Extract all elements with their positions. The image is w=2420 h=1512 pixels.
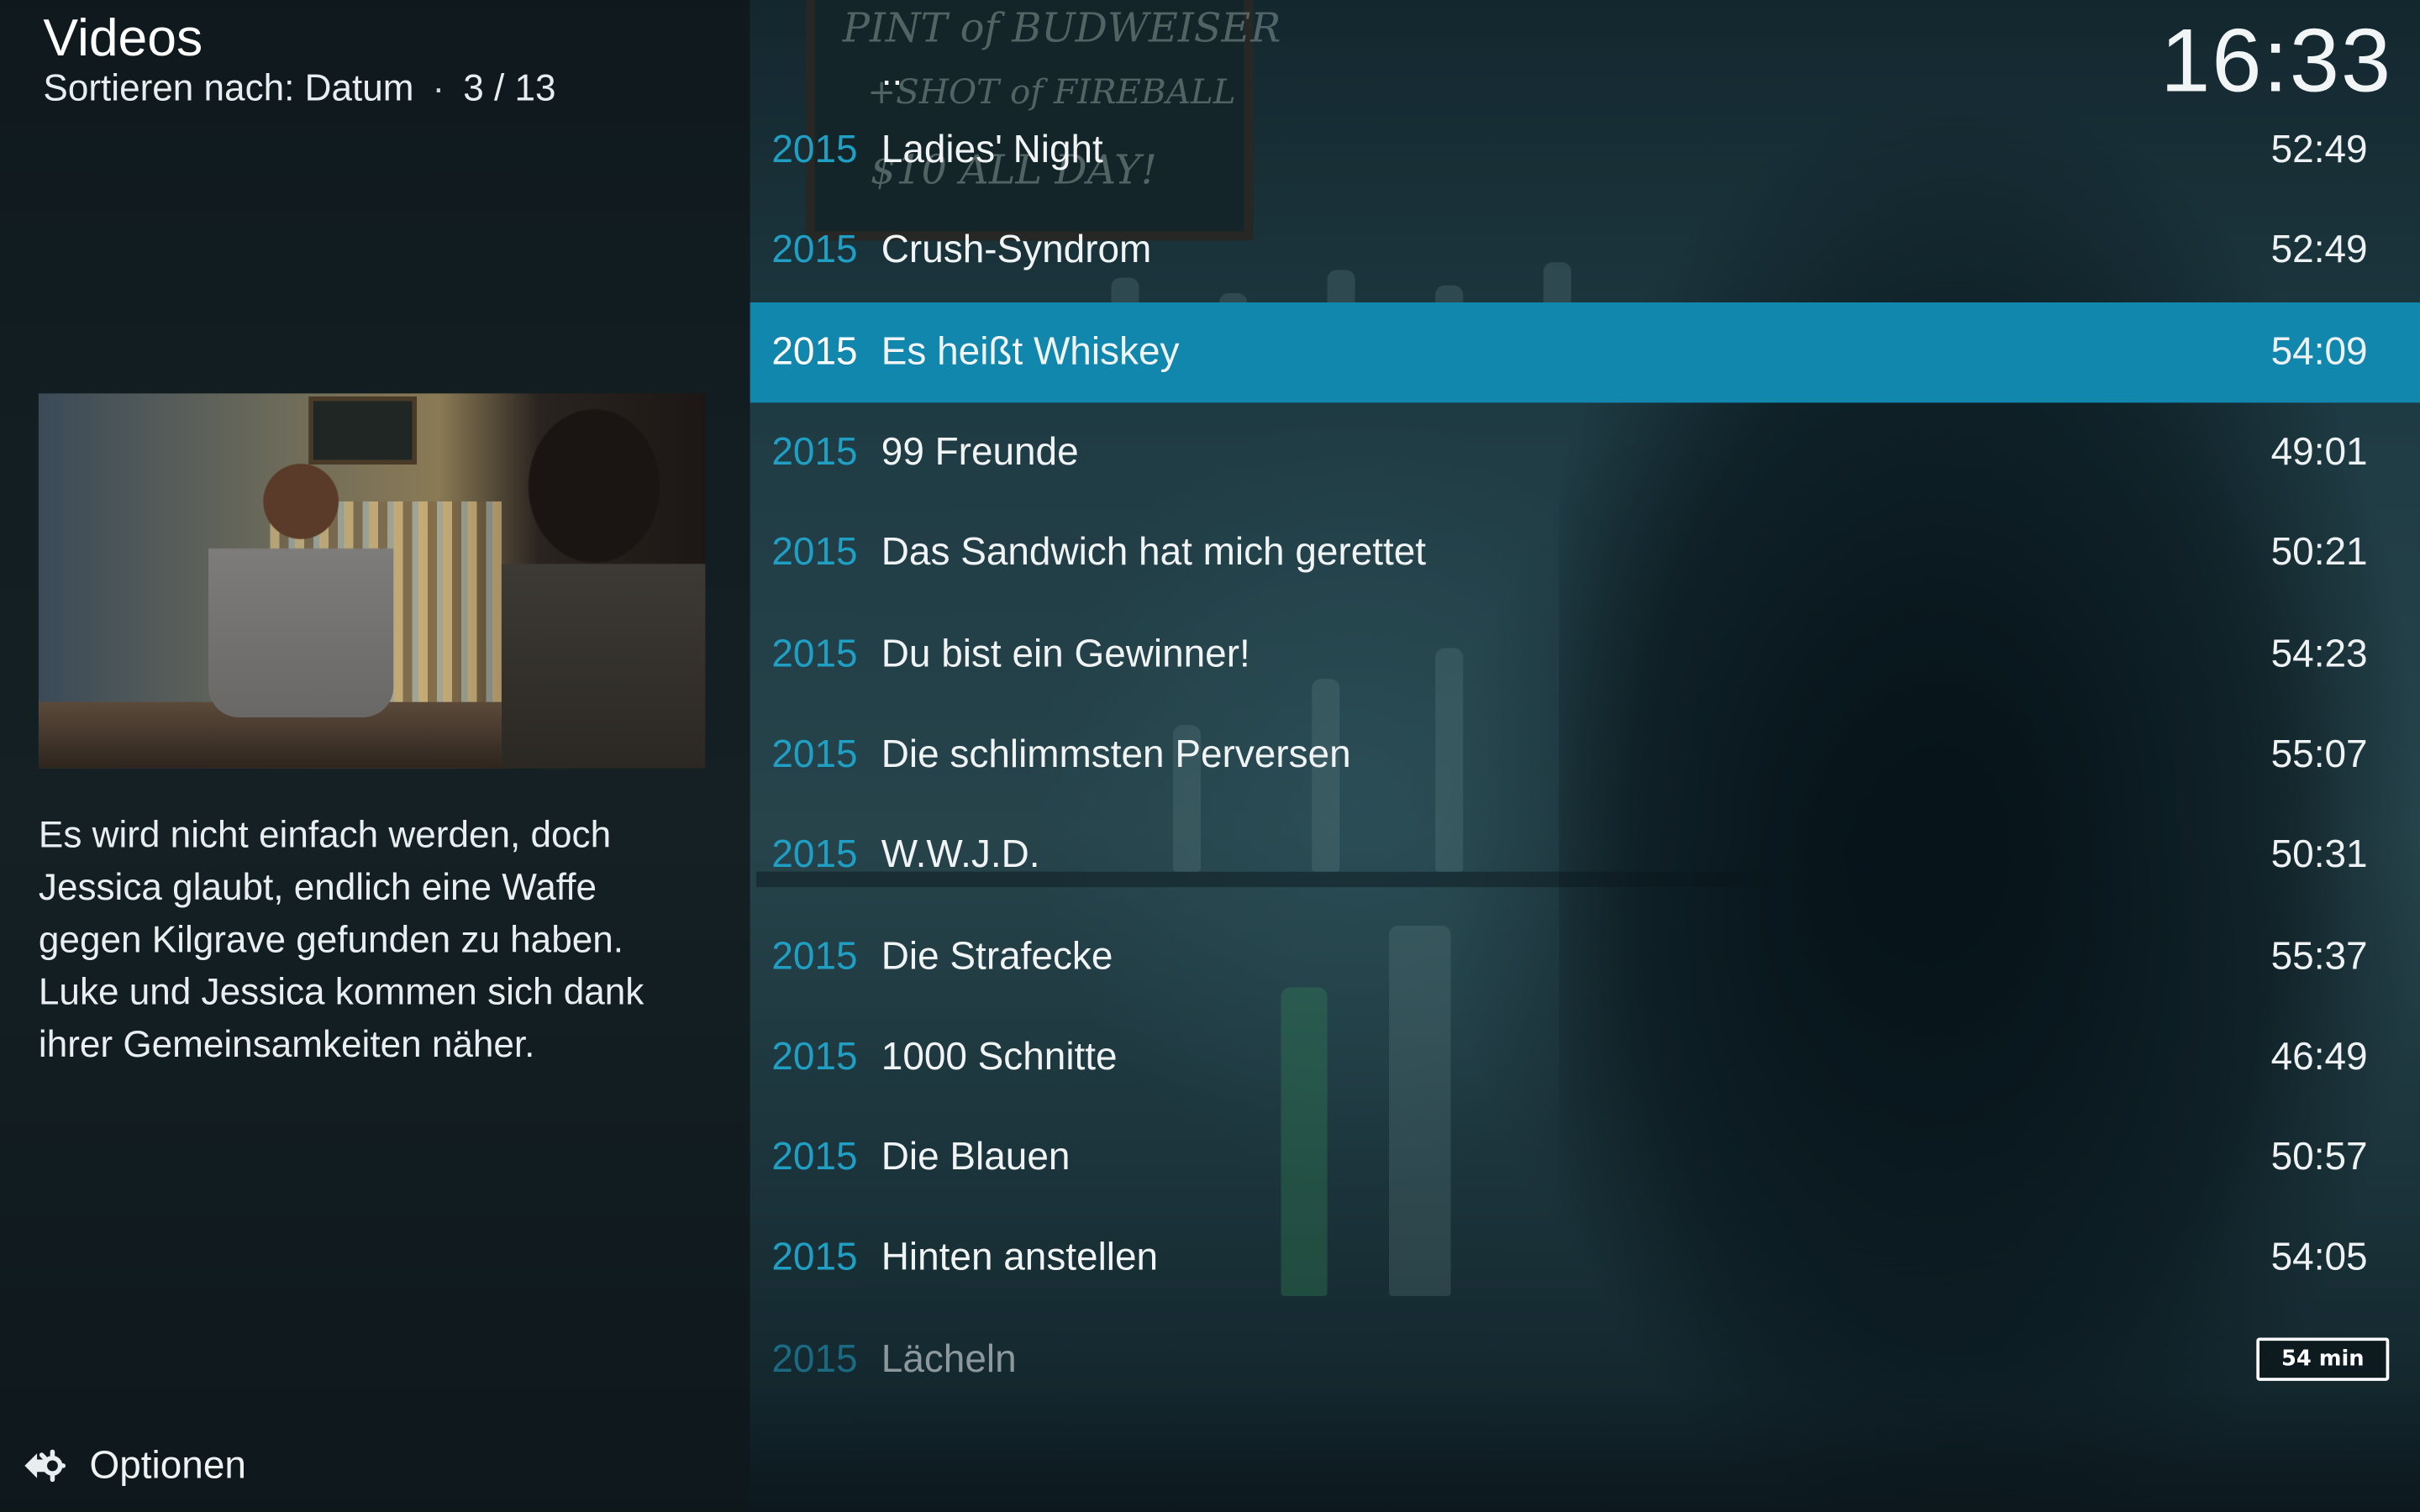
episode-duration: 55:37 xyxy=(2270,934,2368,978)
episode-duration: 54:05 xyxy=(2270,1236,2368,1280)
episode-title: 99 Freunde xyxy=(881,430,1079,474)
list-item[interactable]: 2015 1000 Schnitte 46:49 xyxy=(750,1007,2420,1108)
episode-title: 1000 Schnitte xyxy=(881,1035,1118,1079)
episode-title: W.W.J.D. xyxy=(881,833,1040,877)
episode-plot: Es wird nicht einfach werden, doch Jessi… xyxy=(38,814,644,1067)
list-item[interactable]: 2015 Die Blauen 50:57 xyxy=(750,1108,2420,1209)
episode-year: 2015 xyxy=(771,531,858,575)
episode-title: Du bist ein Gewinner! xyxy=(881,632,1250,675)
episode-year: 2015 xyxy=(771,1136,858,1179)
episode-year: 2015 xyxy=(771,1035,858,1079)
list-item[interactable]: 2015 Du bist ein Gewinner! 54:23 xyxy=(750,604,2420,705)
sort-info: Sortieren nach: Datum · 3 / 13 xyxy=(43,68,555,111)
episode-duration: 50:57 xyxy=(2270,1136,2368,1179)
list-item[interactable]: 2015 W.W.J.D. 50:31 xyxy=(750,806,2420,906)
episode-year: 2015 xyxy=(771,833,858,877)
page-title: Videos xyxy=(43,9,203,68)
episode-year: 2015 xyxy=(771,732,858,776)
options-label: Optionen xyxy=(89,1443,246,1487)
episode-title: Ladies' Night xyxy=(881,128,1103,172)
parent-folder-item[interactable]: .. xyxy=(750,51,2420,101)
episode-title: Lächeln xyxy=(881,1336,1017,1381)
list-item[interactable]: 2015 Crush-Syndrom 52:49 xyxy=(750,201,2420,302)
episode-title: Die Blauen xyxy=(881,1136,1071,1179)
episode-title: Crush-Syndrom xyxy=(881,228,1152,273)
episode-title: Hinten anstellen xyxy=(881,1236,1159,1280)
options-gear-icon xyxy=(24,1449,66,1483)
options-button[interactable]: Optionen xyxy=(15,1431,246,1499)
thumbnail-person-left xyxy=(208,454,394,718)
episode-year: 2015 xyxy=(771,1336,858,1381)
episode-year: 2015 xyxy=(771,934,858,978)
list-item[interactable]: 2015 Das Sandwich hat mich gerettet 50:21 xyxy=(750,503,2420,604)
list-item[interactable]: 2015 Ladies' Night 52:49 xyxy=(750,100,2420,201)
episode-duration: 46:49 xyxy=(2270,1035,2368,1079)
list-item[interactable]: 2015 Lächeln 54 min xyxy=(750,1310,2420,1410)
sort-label: Sortieren nach: Datum xyxy=(43,67,414,110)
episode-duration: 55:07 xyxy=(2270,732,2368,776)
thumbnail-person-right xyxy=(501,393,706,769)
episode-duration: 54:09 xyxy=(2270,329,2368,374)
episode-duration: 52:49 xyxy=(2270,128,2368,172)
episode-year: 2015 xyxy=(771,329,858,374)
list-item[interactable]: 2015 Die Strafecke 55:37 xyxy=(750,906,2420,1007)
episode-title: Es heißt Whiskey xyxy=(881,329,1180,374)
episode-title: Die schlimmsten Perversen xyxy=(881,732,1351,776)
episode-duration: 50:21 xyxy=(2270,531,2368,575)
list-position: 3 / 13 xyxy=(463,67,556,110)
separator: · xyxy=(432,67,445,110)
episode-title: Die Strafecke xyxy=(881,934,1113,978)
episode-duration: 52:49 xyxy=(2270,228,2368,273)
episode-year: 2015 xyxy=(771,430,858,474)
episode-list[interactable]: .. 2015 Ladies' Night 52:49 2015 Crush-Syndr… xyxy=(750,51,2420,1410)
thumbnail-chalkboard xyxy=(308,396,417,465)
episode-duration: 49:01 xyxy=(2270,430,2368,474)
list-item[interactable]: 2015 Die schlimmsten Perversen 55:07 xyxy=(750,705,2420,806)
episode-duration: 54:23 xyxy=(2270,632,2368,675)
episode-year: 2015 xyxy=(771,1236,858,1280)
episode-title: Das Sandwich hat mich gerettet xyxy=(881,531,1427,575)
episode-year: 2015 xyxy=(771,128,858,172)
parent-folder-label: .. xyxy=(881,50,903,95)
list-item-selected[interactable]: 2015 Es heißt Whiskey 54:09 xyxy=(750,302,2420,403)
list-item[interactable]: 2015 99 Freunde 49:01 xyxy=(750,402,2420,503)
duration-badge: 54 min xyxy=(2256,1337,2390,1382)
episode-thumbnail xyxy=(38,393,706,769)
list-item[interactable]: 2015 Hinten anstellen 54:05 xyxy=(750,1209,2420,1310)
kodi-video-library: PINT of BUDWEISER +SHOT of FIREBALL $10 … xyxy=(0,0,2420,1512)
episode-year: 2015 xyxy=(771,228,858,273)
episode-year: 2015 xyxy=(771,632,858,675)
episode-duration: 50:31 xyxy=(2270,833,2368,877)
